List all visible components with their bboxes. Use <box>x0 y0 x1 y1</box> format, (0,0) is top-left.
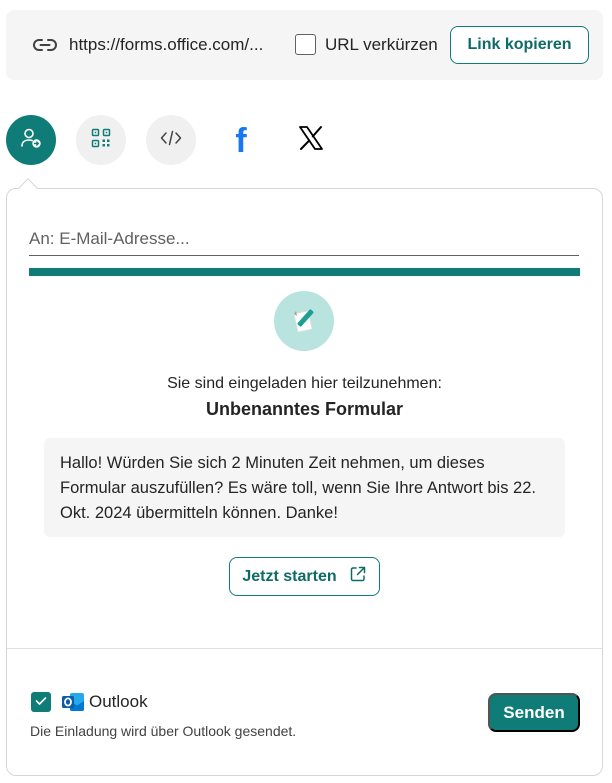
share-qr-button[interactable] <box>76 115 126 165</box>
link-bar: https://forms.office.com/... URL verkürz… <box>6 10 603 80</box>
form-theme-bar <box>29 268 580 276</box>
qr-code-icon <box>91 128 111 153</box>
outlook-label: Outlook <box>89 692 148 711</box>
copy-link-button[interactable]: Link kopieren <box>450 26 589 64</box>
embed-code-icon <box>160 130 182 151</box>
email-recipient-input[interactable] <box>29 222 579 256</box>
share-embed-button[interactable] <box>146 115 196 165</box>
invitation-intro: Sie sind eingeladen hier teilzunehmen: <box>167 375 442 392</box>
share-link-url: https://forms.office.com/... <box>69 35 264 54</box>
outlook-checkbox[interactable] <box>31 692 51 712</box>
form-emblem <box>274 291 334 351</box>
panel-divider <box>7 648 602 649</box>
invite-person-icon <box>19 126 43 155</box>
start-form-button[interactable]: Jetzt starten <box>229 557 380 596</box>
share-facebook-button[interactable]: f <box>216 115 266 165</box>
form-title: Unbenanntes Formular <box>205 399 404 419</box>
share-x-button[interactable] <box>286 115 336 165</box>
external-link-icon <box>349 565 367 588</box>
link-icon <box>32 34 58 56</box>
facebook-icon: f <box>235 122 247 160</box>
share-invite-button[interactable] <box>6 115 56 165</box>
x-twitter-icon <box>297 124 325 157</box>
shorten-url-checkbox[interactable] <box>295 34 316 55</box>
form-pencil-icon <box>284 299 324 344</box>
checkmark-icon <box>35 693 47 711</box>
outlook-note: Die Einladung wird über Outlook gesendet… <box>30 723 297 739</box>
shorten-url-label[interactable]: URL verkürzen <box>325 35 438 55</box>
start-form-label: Jetzt starten <box>242 567 337 585</box>
send-button[interactable]: Senden <box>488 693 580 732</box>
outlook-logo-icon <box>61 690 85 714</box>
invitation-message[interactable]: Hallo! Würden Sie sich 2 Minuten Zeit ne… <box>44 438 565 537</box>
